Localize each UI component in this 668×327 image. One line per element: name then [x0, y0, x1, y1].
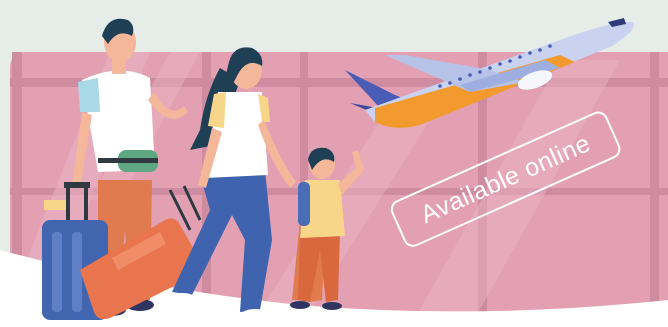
- promo-banner: Available online: [0, 0, 668, 327]
